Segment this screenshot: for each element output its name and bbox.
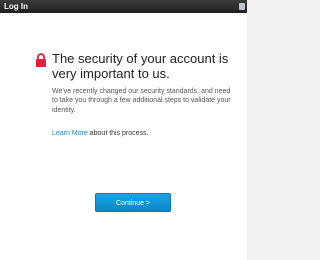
continue-button[interactable]: Continue > <box>95 193 171 212</box>
window-title: Log In <box>4 2 28 11</box>
login-window: Log In The security of your account is v… <box>0 0 247 260</box>
security-message: We've recently changed our security stan… <box>52 88 231 114</box>
security-heading: The security of your account is very imp… <box>52 51 229 81</box>
login-content: The security of your account is very imp… <box>0 13 247 260</box>
close-icon[interactable] <box>239 3 245 10</box>
learn-more-suffix: about this process. <box>87 130 149 137</box>
learn-more-line: Learn More about this process. <box>52 129 237 138</box>
learn-more-link[interactable]: Learn More <box>52 130 88 137</box>
title-bar: Log In <box>0 0 247 13</box>
lock-icon <box>36 53 46 67</box>
